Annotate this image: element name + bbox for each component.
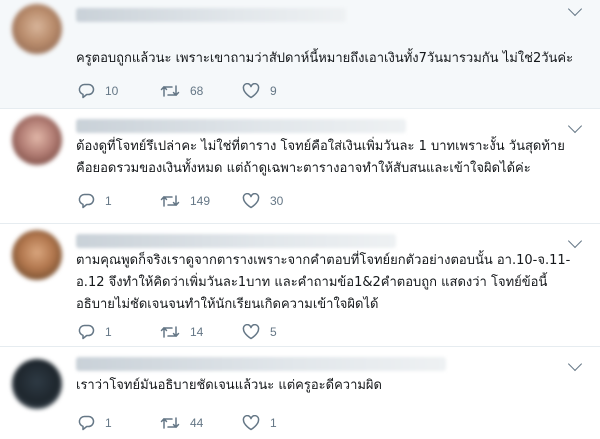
like-count: 9 [270, 84, 277, 98]
like-button[interactable]: 30 [242, 191, 283, 211]
avatar[interactable] [12, 4, 62, 54]
tweet-text: เราว่าโจทย์มันอธิบายชัดเจนแล้วนะ แต่ครูอ… [76, 378, 382, 393]
username-blurred[interactable] [76, 357, 446, 371]
username-blurred[interactable] [76, 119, 406, 133]
tweet-3[interactable]: ตามคุณพูดก็จริงเราดูจากตารางเพราะจากคำตอ… [0, 224, 600, 346]
heart-icon [242, 193, 260, 209]
retweet-count: 44 [190, 416, 204, 430]
retweet-icon [160, 326, 180, 338]
tweet-2[interactable]: ต้องดูที่โจทย์รึเปล่าคะ ไม่ใช่ที่ตาราง โ… [0, 109, 600, 223]
heart-icon [242, 83, 260, 99]
tweet-actions: 1 149 30 [76, 191, 336, 211]
tweet-actions: 1 14 5 [76, 322, 336, 342]
like-button[interactable]: 9 [242, 81, 277, 101]
reply-button[interactable]: 1 [78, 191, 112, 211]
retweet-button[interactable]: 68 [160, 81, 203, 101]
avatar[interactable] [12, 115, 62, 165]
reply-count: 1 [105, 194, 112, 208]
chevron-down-icon[interactable] [567, 233, 583, 249]
reply-count: 1 [105, 416, 112, 430]
chevron-down-icon[interactable] [567, 1, 583, 17]
like-count: 1 [270, 416, 277, 430]
chevron-down-icon[interactable] [567, 356, 583, 372]
tweet-4[interactable]: เราว่าโจทย์มันอธิบายชัดเจนแล้วนะ แต่ครูอ… [0, 347, 600, 439]
like-button[interactable]: 1 [242, 413, 277, 433]
retweet-count: 149 [190, 194, 211, 208]
retweet-button[interactable]: 149 [160, 191, 210, 211]
reply-button[interactable]: 1 [78, 413, 112, 433]
like-button[interactable]: 5 [242, 322, 277, 342]
avatar[interactable] [12, 230, 62, 280]
retweet-icon [160, 417, 180, 429]
reply-button[interactable]: 10 [78, 81, 118, 101]
like-count: 30 [270, 194, 284, 208]
tweet-text: ตามคุณพูดก็จริงเราดูจากตารางเพราะจากคำตอ… [76, 253, 571, 312]
username-blurred[interactable] [76, 234, 396, 248]
reply-icon [78, 324, 95, 340]
reply-icon [78, 415, 95, 431]
tweet-text: ต้องดูที่โจทย์รึเปล่าคะ ไม่ใช่ที่ตาราง โ… [76, 139, 565, 176]
retweet-button[interactable]: 44 [160, 413, 203, 433]
avatar[interactable] [12, 359, 62, 409]
heart-icon [242, 324, 260, 340]
tweet-text: ครูตอบถูกแล้วนะ เพราะเขาถามว่าสัปดาห์นี้… [76, 51, 574, 66]
heart-icon [242, 415, 260, 431]
retweet-button[interactable]: 14 [160, 322, 203, 342]
like-count: 5 [270, 325, 277, 339]
tweet-actions: 10 68 9 [76, 81, 336, 101]
reply-count: 10 [105, 84, 119, 98]
reply-icon [78, 83, 95, 99]
tweet-1[interactable]: ครูตอบถูกแล้วนะ เพราะเขาถามว่าสัปดาห์นี้… [0, 0, 600, 108]
reply-icon [78, 193, 95, 209]
retweet-icon [160, 195, 180, 207]
chevron-down-icon[interactable] [567, 118, 583, 134]
username-blurred[interactable] [76, 8, 346, 22]
reply-button[interactable]: 1 [78, 322, 112, 342]
retweet-count: 14 [190, 325, 204, 339]
retweet-count: 68 [190, 84, 204, 98]
tweet-actions: 1 44 1 [76, 413, 336, 433]
reply-count: 1 [105, 325, 112, 339]
retweet-icon [160, 85, 180, 97]
